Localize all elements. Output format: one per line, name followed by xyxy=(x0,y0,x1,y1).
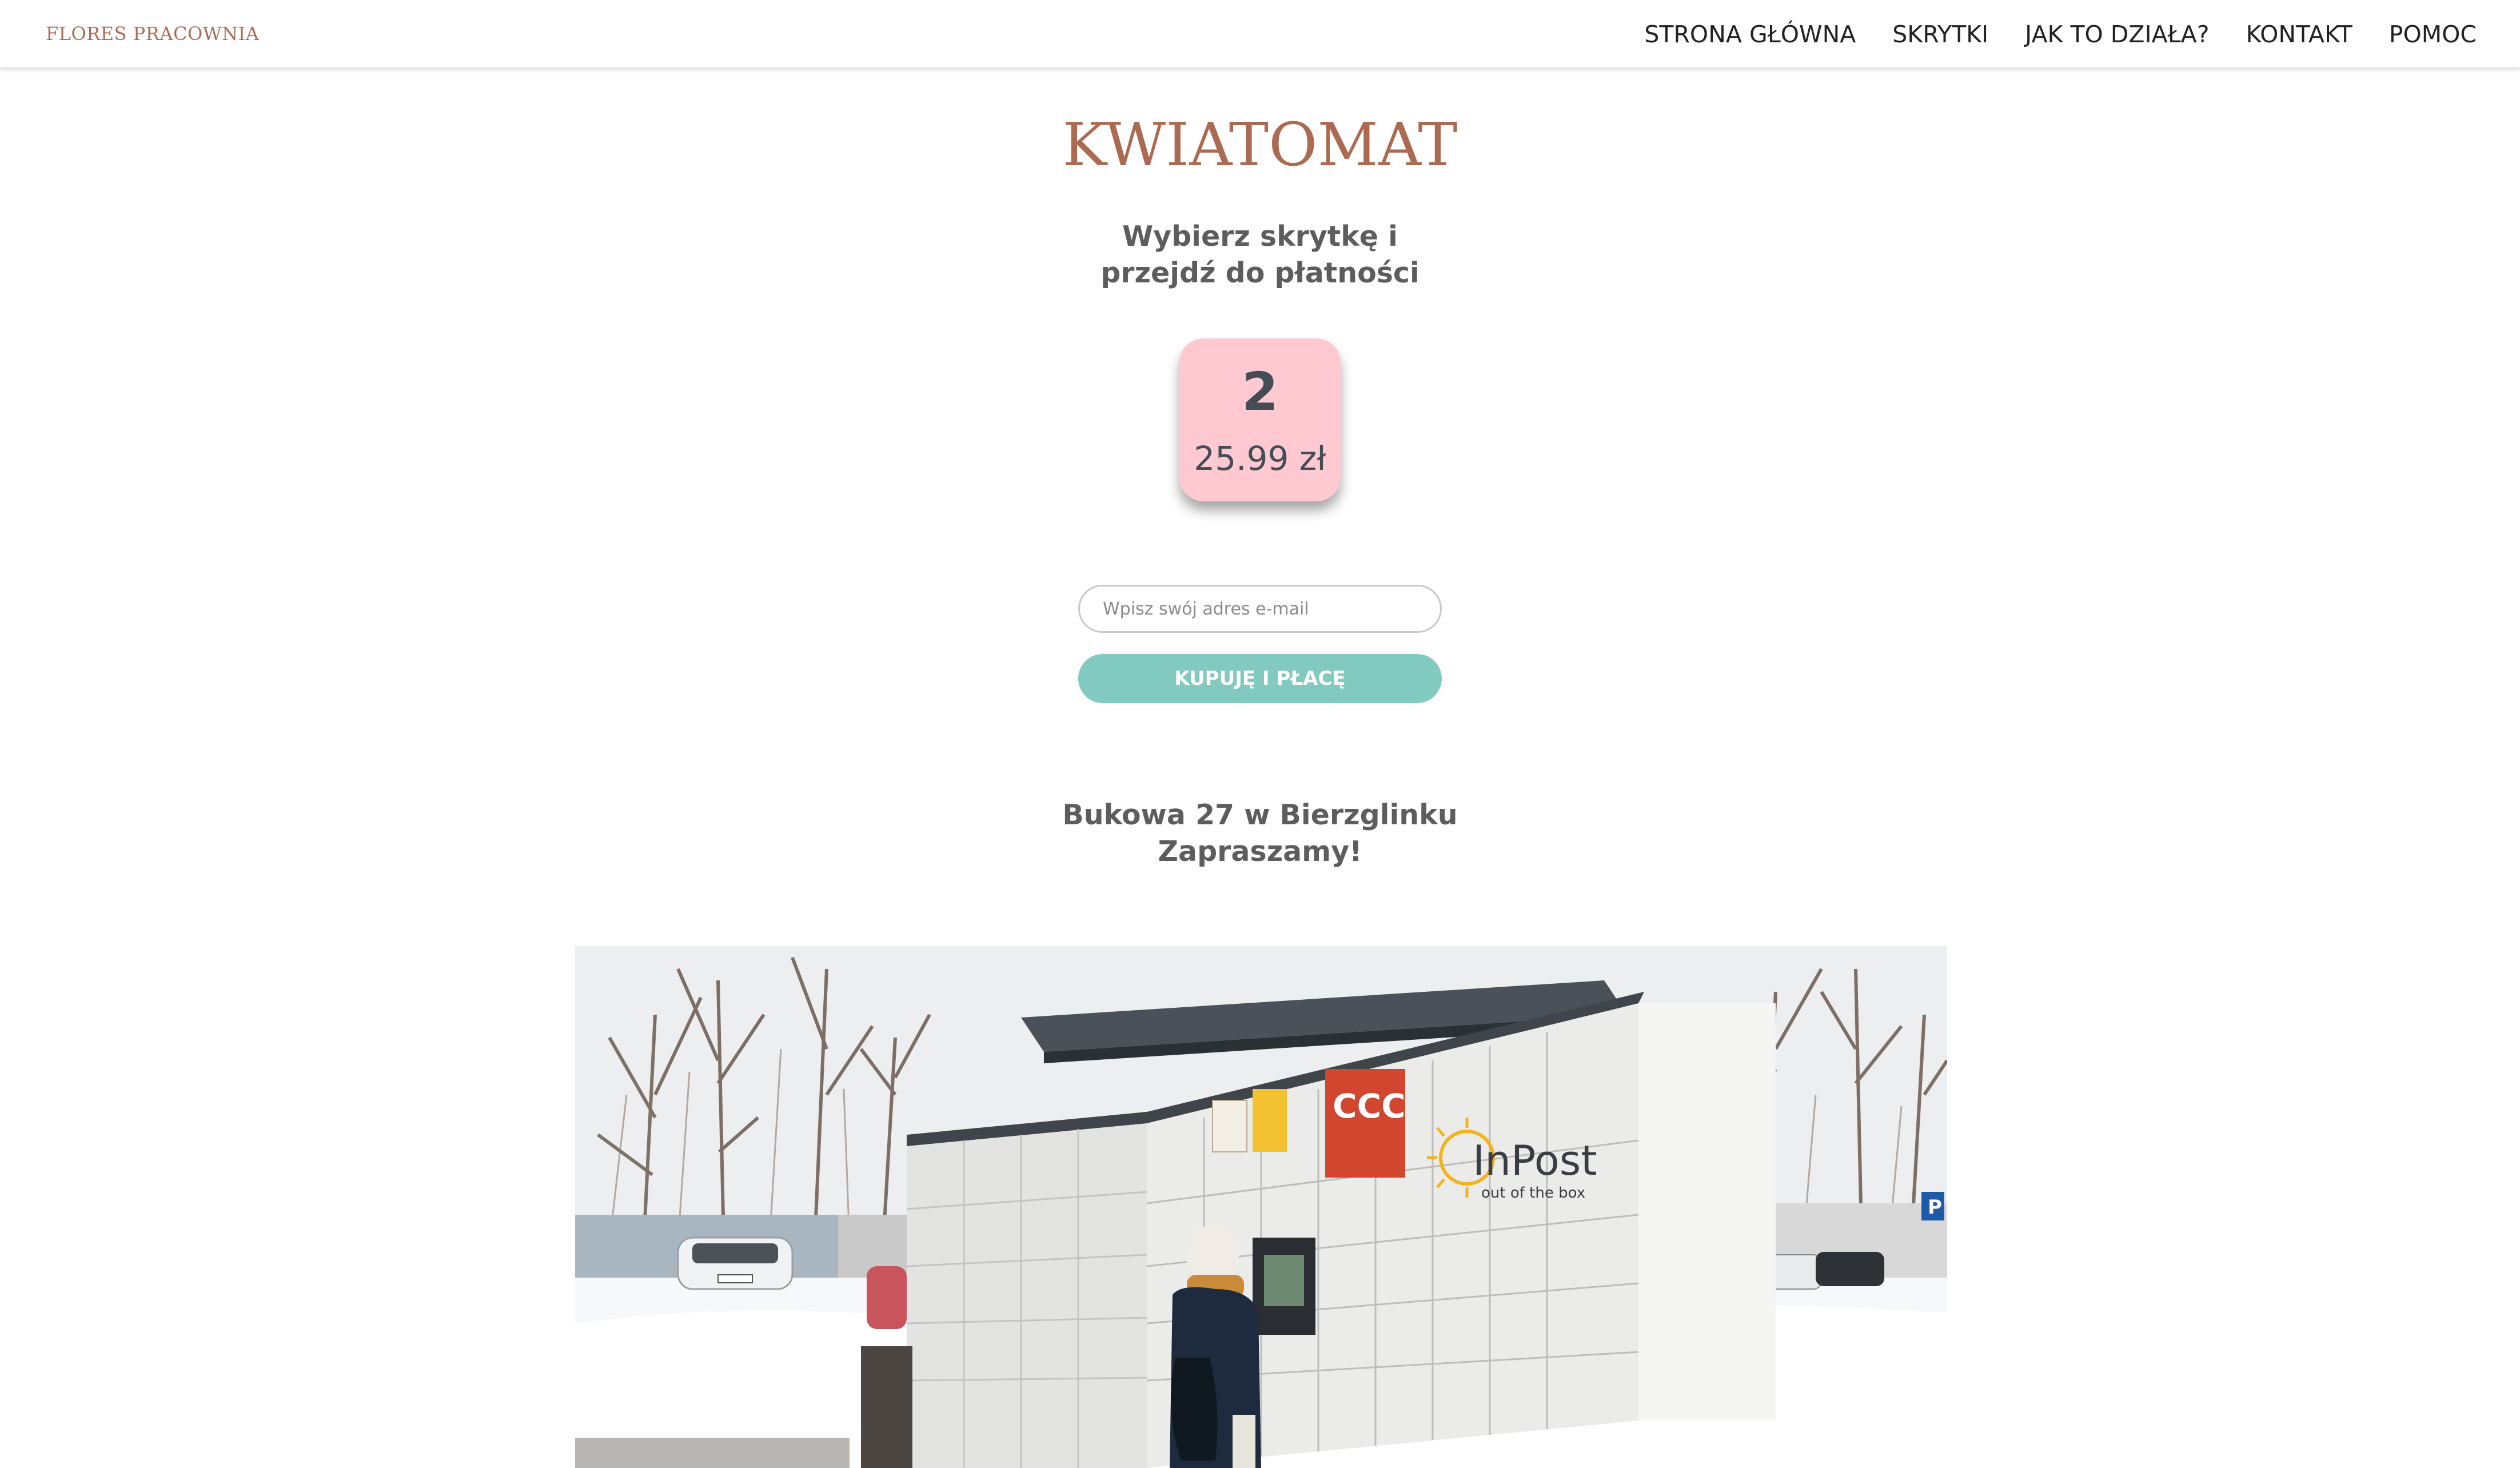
parcel-locker-photo: P CCC InPost out of the box xyxy=(575,946,1947,1468)
top-navbar: FLORES PRACOWNIA STRONA GŁÓWNA SKRYTKI J… xyxy=(0,0,2520,67)
nav-menu: STRONA GŁÓWNA SKRYTKI JAK TO DZIAŁA? KON… xyxy=(1644,21,2477,48)
email-input[interactable] xyxy=(1078,585,1442,633)
parked-car xyxy=(677,1236,794,1290)
subtitle-line-2: przejdź do płatności xyxy=(1100,257,1420,289)
nav-link-contact[interactable]: KONTAKT xyxy=(2246,21,2352,48)
nav-link-lockers[interactable]: SKRYTKI xyxy=(1892,21,1988,48)
brand-logo[interactable]: FLORES PRACOWNIA xyxy=(46,23,259,45)
nav-link-how-it-works[interactable]: JAK TO DZIAŁA? xyxy=(2025,21,2209,48)
parking-sign: P xyxy=(1928,1196,1942,1219)
welcome-line: Zapraszamy! xyxy=(1158,835,1362,868)
address-block: Bukowa 27 w Bierzglinku Zapraszamy! xyxy=(1031,797,1489,870)
address-line: Bukowa 27 w Bierzglinku xyxy=(1062,799,1458,831)
parcel-locker-illustration: P CCC InPost out of the box xyxy=(575,946,1947,1468)
locker-card[interactable]: 2 25.99 zł xyxy=(1179,338,1341,501)
inpost-brand: InPost xyxy=(1473,1136,1597,1184)
ccc-sign: CCC xyxy=(1333,1087,1406,1126)
locker-price: 25.99 zł xyxy=(1194,439,1326,478)
subtitle-line-1: Wybierz skrytkę i xyxy=(1122,220,1398,253)
nav-link-home[interactable]: STRONA GŁÓWNA xyxy=(1644,21,1856,48)
nav-link-help[interactable]: POMOC xyxy=(2389,21,2477,48)
buy-and-pay-button[interactable]: KUPUJĘ I PŁACĘ xyxy=(1078,654,1442,703)
inpost-tagline: out of the box xyxy=(1481,1184,1585,1202)
page-title: KWIATOMAT xyxy=(1062,110,1458,179)
locker-number: 2 xyxy=(1241,361,1278,422)
page-subtitle: Wybierz skrytkę i przejdź do płatności xyxy=(1088,218,1432,292)
